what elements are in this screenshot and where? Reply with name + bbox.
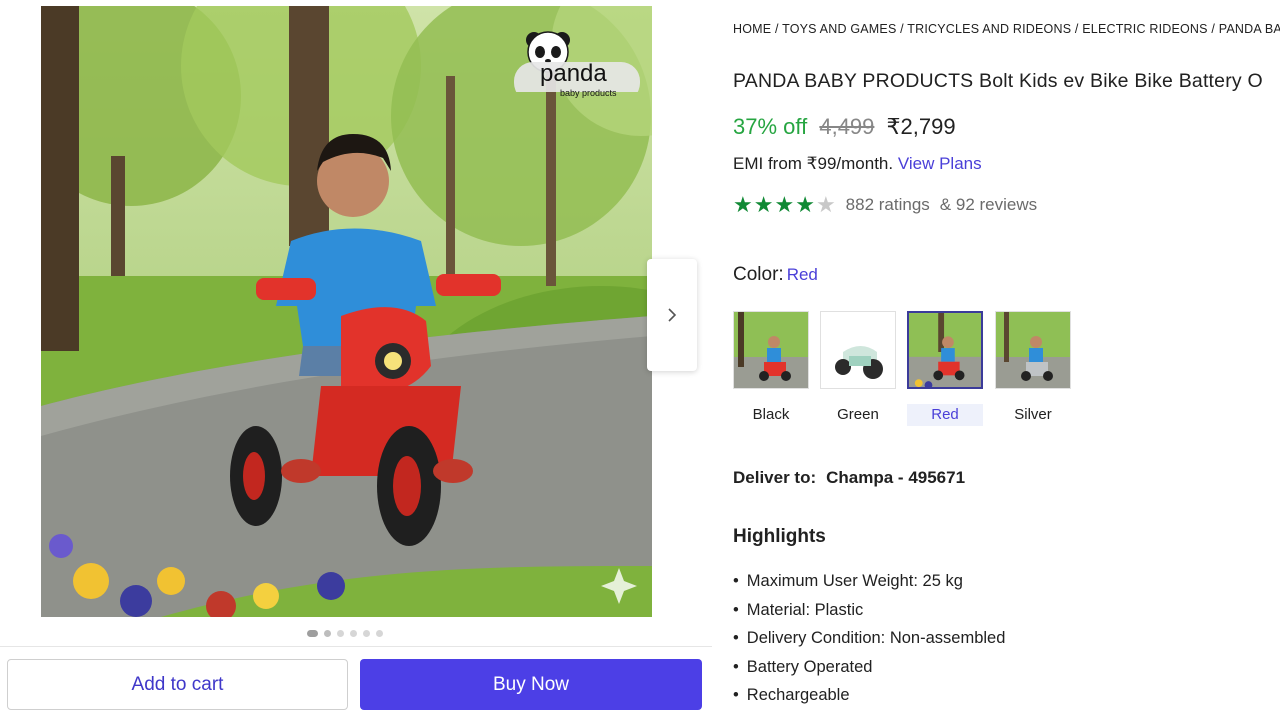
product-title: PANDA BABY PRODUCTS Bolt Kids ev Bike Bi… (733, 70, 1263, 92)
gallery-dot[interactable] (337, 630, 344, 637)
selling-price: ₹2,799 (886, 114, 956, 139)
selected-color: Red (786, 265, 818, 284)
add-to-cart-button[interactable]: Add to cart (7, 659, 348, 710)
star-icon: ★ (753, 192, 774, 217)
highlight-item: Maximum User Weight: 25 kg (733, 572, 1005, 601)
star-icon: ★ (774, 192, 795, 217)
price-row: 37% off 4,499 ₹2,799 (733, 114, 956, 140)
original-price: 4,499 (819, 114, 875, 139)
highlight-item: Battery Operated (733, 658, 1005, 687)
gallery-dot[interactable] (363, 630, 370, 637)
star-rating: ★ ★ ★ ★ ★ (733, 194, 836, 216)
deliver-label: Deliver to: (733, 468, 817, 487)
swatch-thumbnail (734, 312, 808, 388)
ratings-count: 882 ratings (845, 195, 930, 214)
reviews-count: & 92 reviews (939, 195, 1038, 214)
color-swatch-green[interactable] (820, 311, 896, 389)
color-swatch-red[interactable] (907, 311, 983, 389)
product-main-image[interactable]: panda baby products (41, 6, 652, 617)
next-image-button[interactable] (647, 259, 697, 371)
swatch-label-black[interactable]: Black (733, 404, 809, 426)
swatch-label-red[interactable]: Red (907, 404, 983, 426)
highlight-item: Delivery Condition: Non-assembled (733, 629, 1006, 658)
divider (0, 646, 712, 647)
swatch-label-silver[interactable]: Silver (995, 404, 1071, 426)
color-label: Color: Red (733, 264, 818, 286)
color-swatch-silver[interactable] (995, 311, 1071, 389)
buy-now-button[interactable]: Buy Now (360, 659, 702, 710)
star-icon: ★ (795, 192, 815, 217)
breadcrumb[interactable]: HOME / TOYS AND GAMES / TRICYCLES AND RI… (733, 22, 1280, 36)
star-icon: ★ (733, 192, 753, 217)
gallery-dot[interactable] (350, 630, 357, 637)
emi-info: EMI from ₹99/month. View Plans (733, 154, 982, 174)
brand-logo: panda baby products (506, 22, 642, 98)
emi-text: EMI from ₹99/month. (733, 154, 894, 173)
logo-sub: baby products (560, 88, 617, 98)
highlight-item: Rechargeable (733, 686, 1005, 715)
highlight-item: Material: Plastic (733, 601, 1005, 630)
highlights-title: Highlights (733, 526, 826, 547)
gallery-dot[interactable] (324, 630, 331, 637)
view-plans-link[interactable]: View Plans (898, 154, 982, 173)
delivery-row[interactable]: Deliver to: Champa - 495671 (733, 468, 965, 488)
color-label-text: Color: (733, 264, 784, 285)
chevron-right-icon (668, 308, 677, 322)
swatch-label-green[interactable]: Green (820, 404, 896, 426)
highlights-list: Maximum User Weight: 25 kg Material: Pla… (733, 572, 1006, 715)
gallery-dots (0, 630, 690, 637)
color-swatch-black[interactable] (733, 311, 809, 389)
rating-row[interactable]: ★ ★ ★ ★ ★ 882 ratings & 92 reviews (733, 194, 1037, 216)
swatch-thumbnail (909, 313, 981, 387)
logo-word: panda (540, 60, 607, 87)
gallery-dot[interactable] (307, 630, 318, 637)
swatch-thumbnail (821, 312, 895, 388)
discount-percent: 37% off (733, 114, 808, 139)
swatch-thumbnail (996, 312, 1070, 388)
delivery-location[interactable]: Champa - 495671 (826, 468, 965, 487)
star-empty-icon: ★ (815, 192, 836, 217)
gallery-dot[interactable] (376, 630, 383, 637)
